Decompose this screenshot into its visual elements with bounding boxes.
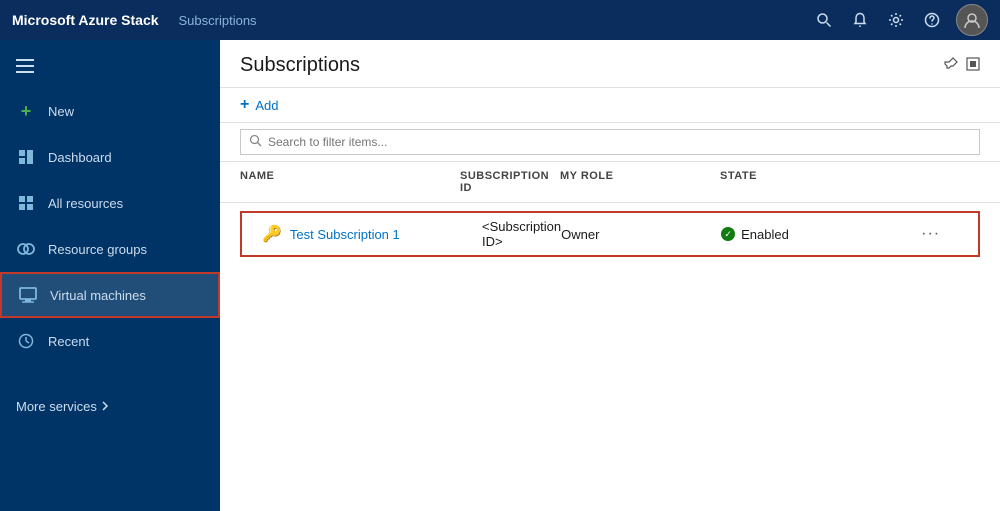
more-services-label: More services [16, 399, 97, 414]
cell-name: 🔑 Test Subscription 1 [262, 220, 482, 248]
sidebar-item-dashboard[interactable]: Dashboard [0, 134, 220, 180]
add-label: Add [255, 98, 278, 113]
sidebar: + New Dashboard [0, 40, 220, 511]
sidebar-item-new[interactable]: + New [0, 88, 220, 134]
page-title: Subscriptions [240, 54, 360, 77]
add-plus-icon: + [240, 96, 249, 114]
new-label: New [48, 104, 74, 119]
virtual-machines-label: Virtual machines [50, 288, 146, 303]
search-icon-btn[interactable] [808, 4, 840, 36]
content-header: Subscriptions [220, 40, 1000, 88]
plus-icon: + [16, 101, 36, 121]
resource-groups-label: Resource groups [48, 242, 147, 257]
status-enabled-icon: ✓ [721, 227, 735, 241]
dashboard-label: Dashboard [48, 150, 112, 165]
table-row[interactable]: 🔑 Test Subscription 1 <Subscription ID> … [240, 211, 980, 257]
search-icon [249, 134, 262, 150]
col-header-sub-id: SUBSCRIPTION ID [460, 170, 560, 194]
toolbar: + Add [220, 88, 1000, 123]
section-title: Subscriptions [179, 13, 808, 28]
grid-icon [16, 193, 36, 213]
cell-actions: ··· [921, 221, 981, 247]
cell-subscription-id: <Subscription ID> [482, 215, 561, 253]
bell-icon-btn[interactable] [844, 4, 876, 36]
sidebar-item-all-resources[interactable]: All resources [0, 180, 220, 226]
header-actions [944, 57, 980, 74]
key-icon: 🔑 [262, 224, 282, 244]
sidebar-item-virtual-machines[interactable]: Virtual machines [0, 272, 220, 318]
cell-state: ✓ Enabled [721, 223, 921, 246]
col-header-role: MY ROLE [560, 170, 720, 194]
search-wrapper [240, 129, 980, 155]
pin-icon[interactable] [944, 57, 958, 74]
content-area: Subscriptions + Add [220, 40, 1000, 511]
help-icon-btn[interactable] [916, 4, 948, 36]
dashboard-icon [16, 147, 36, 167]
state-label: Enabled [741, 227, 789, 242]
search-input[interactable] [268, 135, 971, 149]
more-services-link[interactable]: More services [0, 384, 220, 428]
sidebar-item-resource-groups[interactable]: Resource groups [0, 226, 220, 272]
user-avatar[interactable] [956, 4, 988, 36]
add-button[interactable]: + Add [240, 96, 278, 114]
search-bar [220, 123, 1000, 162]
top-bar: Microsoft Azure Stack Subscriptions [0, 0, 1000, 40]
table-container: NAME SUBSCRIPTION ID MY ROLE STATE 🔑 Tes… [220, 162, 1000, 511]
col-header-state: STATE [720, 170, 920, 194]
clock-icon [16, 331, 36, 351]
table-header: NAME SUBSCRIPTION ID MY ROLE STATE [220, 162, 1000, 203]
brand-title: Microsoft Azure Stack [12, 12, 159, 28]
all-resources-label: All resources [48, 196, 123, 211]
vm-icon [18, 285, 38, 305]
top-bar-icons [808, 4, 988, 36]
settings-icon-btn[interactable] [880, 4, 912, 36]
row-actions-btn[interactable]: ··· [921, 225, 940, 243]
subscription-name[interactable]: Test Subscription 1 [290, 227, 400, 242]
col-header-actions [920, 170, 980, 194]
cell-role: Owner [561, 223, 721, 246]
recent-label: Recent [48, 334, 89, 349]
resource-groups-icon [16, 239, 36, 259]
sidebar-item-recent[interactable]: Recent [0, 318, 220, 364]
hamburger-btn[interactable] [0, 44, 220, 88]
maximize-icon[interactable] [966, 57, 980, 74]
main-layout: + New Dashboard [0, 40, 1000, 511]
col-header-name: NAME [240, 170, 460, 194]
chevron-right-icon [101, 400, 109, 412]
